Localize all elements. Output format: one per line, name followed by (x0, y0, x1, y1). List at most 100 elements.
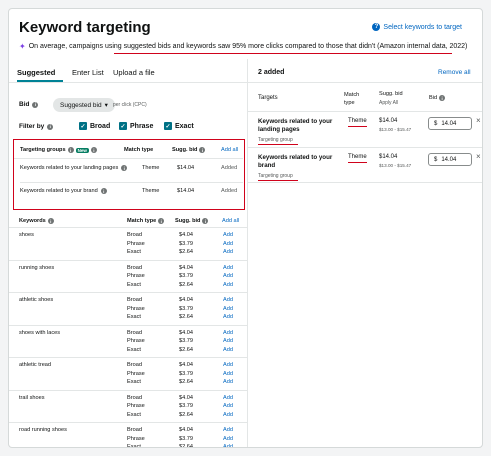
keyword-match-type: Phrase (127, 240, 145, 247)
select-keywords-help-link[interactable]: ? Select keywords to target (372, 23, 462, 31)
keyword-add-link[interactable]: Add (223, 362, 233, 368)
bid-input[interactable]: $ 14.04 (428, 117, 472, 130)
suggestion-tip: ✦ On average, campaigns using suggested … (19, 42, 467, 51)
tg-bid: $14.04 (177, 188, 195, 194)
apply-all-link[interactable]: Apply All (379, 100, 398, 106)
info-icon: i (47, 218, 54, 224)
currency-symbol: $ (434, 120, 438, 127)
keyword-match-type: Broad (127, 232, 142, 238)
keyword-add-link[interactable]: Add (223, 395, 233, 401)
tip-highlight-underline (114, 53, 452, 55)
tg-name-cell: Keywords related to your brand i (20, 188, 107, 194)
kw-sugg-bid-header: Sugg. bid i (175, 218, 209, 224)
filter-exact-checkbox[interactable]: ✓ Exact (164, 122, 194, 130)
keyword-group: shoes Broad $4.04 Add Phrase $3.79 Add Exact $2.… (9, 227, 247, 259)
keyword-match-type: Phrase (127, 338, 145, 344)
filter-broad-label: Broad (90, 122, 111, 130)
kw-sugg-bid-label: Sugg. bid (175, 218, 201, 224)
keyword-match-type: Broad (127, 427, 142, 433)
keyword-add-link[interactable]: Add (223, 412, 233, 418)
added-header: 2 added Remove all (248, 59, 482, 83)
tab-suggested[interactable]: Suggested (17, 68, 55, 77)
target-sugg-bid: $14.04 (379, 154, 398, 160)
keyword-add-link[interactable]: Add (223, 444, 233, 447)
keyword-add-link[interactable]: Add (223, 306, 233, 312)
target-type: Targeting group (258, 137, 293, 143)
tg-name: Keywords related to your brand (20, 188, 98, 194)
keyword-match-type: Exact (127, 314, 141, 320)
keyword-sugg-bid: $3.79 (179, 240, 193, 247)
keyword-add-link[interactable]: Add (223, 232, 233, 238)
keyword-add-link[interactable]: Add (223, 330, 233, 336)
bid-input[interactable]: $ 14.04 (428, 153, 472, 166)
tg-add-all-link[interactable]: Add all (221, 147, 238, 153)
bid-type-select[interactable]: Suggested bid ▾ (53, 98, 115, 112)
keyword-add-link[interactable]: Add (223, 403, 233, 409)
help-icon: ? (372, 23, 381, 31)
info-icon: i (90, 147, 97, 153)
tg-name-cell: Keywords related to your landing pages i (20, 165, 128, 171)
keyword-text: shoes (19, 232, 34, 238)
sparkle-icon: ✦ (19, 42, 26, 51)
keyword-sugg-bid: $4.04 (179, 329, 193, 336)
keyword-sugg-bid: $2.64 (179, 411, 193, 418)
tab-enter-list[interactable]: Enter List (72, 68, 104, 77)
keyword-match-type: Exact (127, 281, 141, 288)
target-match: Theme (348, 118, 367, 124)
target-name: Keywords related to your landing pages (258, 118, 333, 133)
added-sugg-bid-header: Sugg. bid (379, 91, 403, 97)
keyword-add-link[interactable]: Add (223, 241, 233, 247)
kw-match-type-header: Match type i (127, 218, 165, 224)
keyword-match-type: Broad (127, 329, 142, 336)
tg-name: Keywords related to your landing pages (20, 165, 119, 171)
bid-label: Bid i (19, 101, 39, 108)
target-sugg-bid: $14.04 (379, 118, 398, 124)
keyword-group: athletic shoes Broad $4.04 Add Phrase $3.79 Ad… (9, 292, 247, 324)
target-bid-range: $13.00 - $15.47 (379, 127, 412, 132)
target-bid-range: $13.00 - $15.47 (379, 163, 412, 168)
kw-match-type-label: Match type (127, 218, 157, 224)
tg-status: Added (221, 165, 238, 171)
keyword-targeting-card: Keyword targeting ? Select keywords to t… (8, 8, 483, 448)
keyword-add-link[interactable]: Add (223, 249, 233, 255)
currency-symbol: $ (434, 156, 438, 163)
keyword-add-link[interactable]: Add (223, 265, 233, 271)
target-match: Theme (348, 154, 367, 160)
keyword-sugg-bid: $3.79 (179, 403, 193, 409)
keyword-text: running shoes (19, 264, 55, 271)
new-badge: New (75, 147, 89, 153)
keyword-add-link[interactable]: Add (223, 379, 233, 385)
keyword-add-link[interactable]: Add (223, 436, 233, 442)
keyword-match-type: Broad (127, 264, 142, 271)
close-icon[interactable]: × (476, 116, 481, 125)
keyword-sugg-bid: $4.04 (179, 394, 193, 401)
remove-all-link[interactable]: Remove all (438, 69, 471, 76)
keyword-text: trail shoes (19, 394, 45, 401)
info-icon: i (67, 147, 74, 153)
keyword-add-link[interactable]: Add (223, 297, 233, 303)
close-icon[interactable]: × (476, 152, 481, 161)
keyword-add-link[interactable]: Add (223, 427, 233, 433)
keyword-group: shoes with laces Broad $4.04 Add Phrase $3.79… (9, 324, 247, 357)
bid-column-header: Bid i (429, 95, 446, 101)
info-icon: i (100, 188, 107, 194)
bid-label-text: Bid (19, 101, 30, 108)
keyword-add-link[interactable]: Add (223, 338, 233, 344)
keyword-add-link[interactable]: Add (223, 371, 233, 377)
keyword-add-link[interactable]: Add (223, 314, 233, 320)
keyword-add-link[interactable]: Add (223, 273, 233, 279)
kw-add-all-link[interactable]: Add all (222, 218, 239, 224)
targets-column-header: Targets (258, 95, 278, 101)
targeting-groups-section: Targeting groups i New i Match type Sugg… (13, 139, 245, 210)
filter-phrase-checkbox[interactable]: ✓ Phrase (119, 122, 153, 130)
keyword-group: athletic tread Broad $4.04 Add Phrase $3.79 Ad… (9, 357, 247, 389)
tab-upload-file[interactable]: Upload a file (113, 68, 155, 77)
source-tabs: Suggested Enter List Upload a file (9, 59, 247, 83)
added-targets-panel: 2 added Remove all Targets Match type Su… (247, 59, 482, 447)
keyword-add-link[interactable]: Add (223, 282, 233, 288)
keywords-list[interactable]: shoes Broad $4.04 Add Phrase $3.79 Add Exact $2.… (9, 227, 247, 447)
added-count: 2 added (258, 69, 285, 76)
keyword-add-link[interactable]: Add (223, 347, 233, 353)
bid-input-value: 14.04 (441, 120, 457, 127)
filter-broad-checkbox[interactable]: ✓ Broad (79, 122, 110, 130)
